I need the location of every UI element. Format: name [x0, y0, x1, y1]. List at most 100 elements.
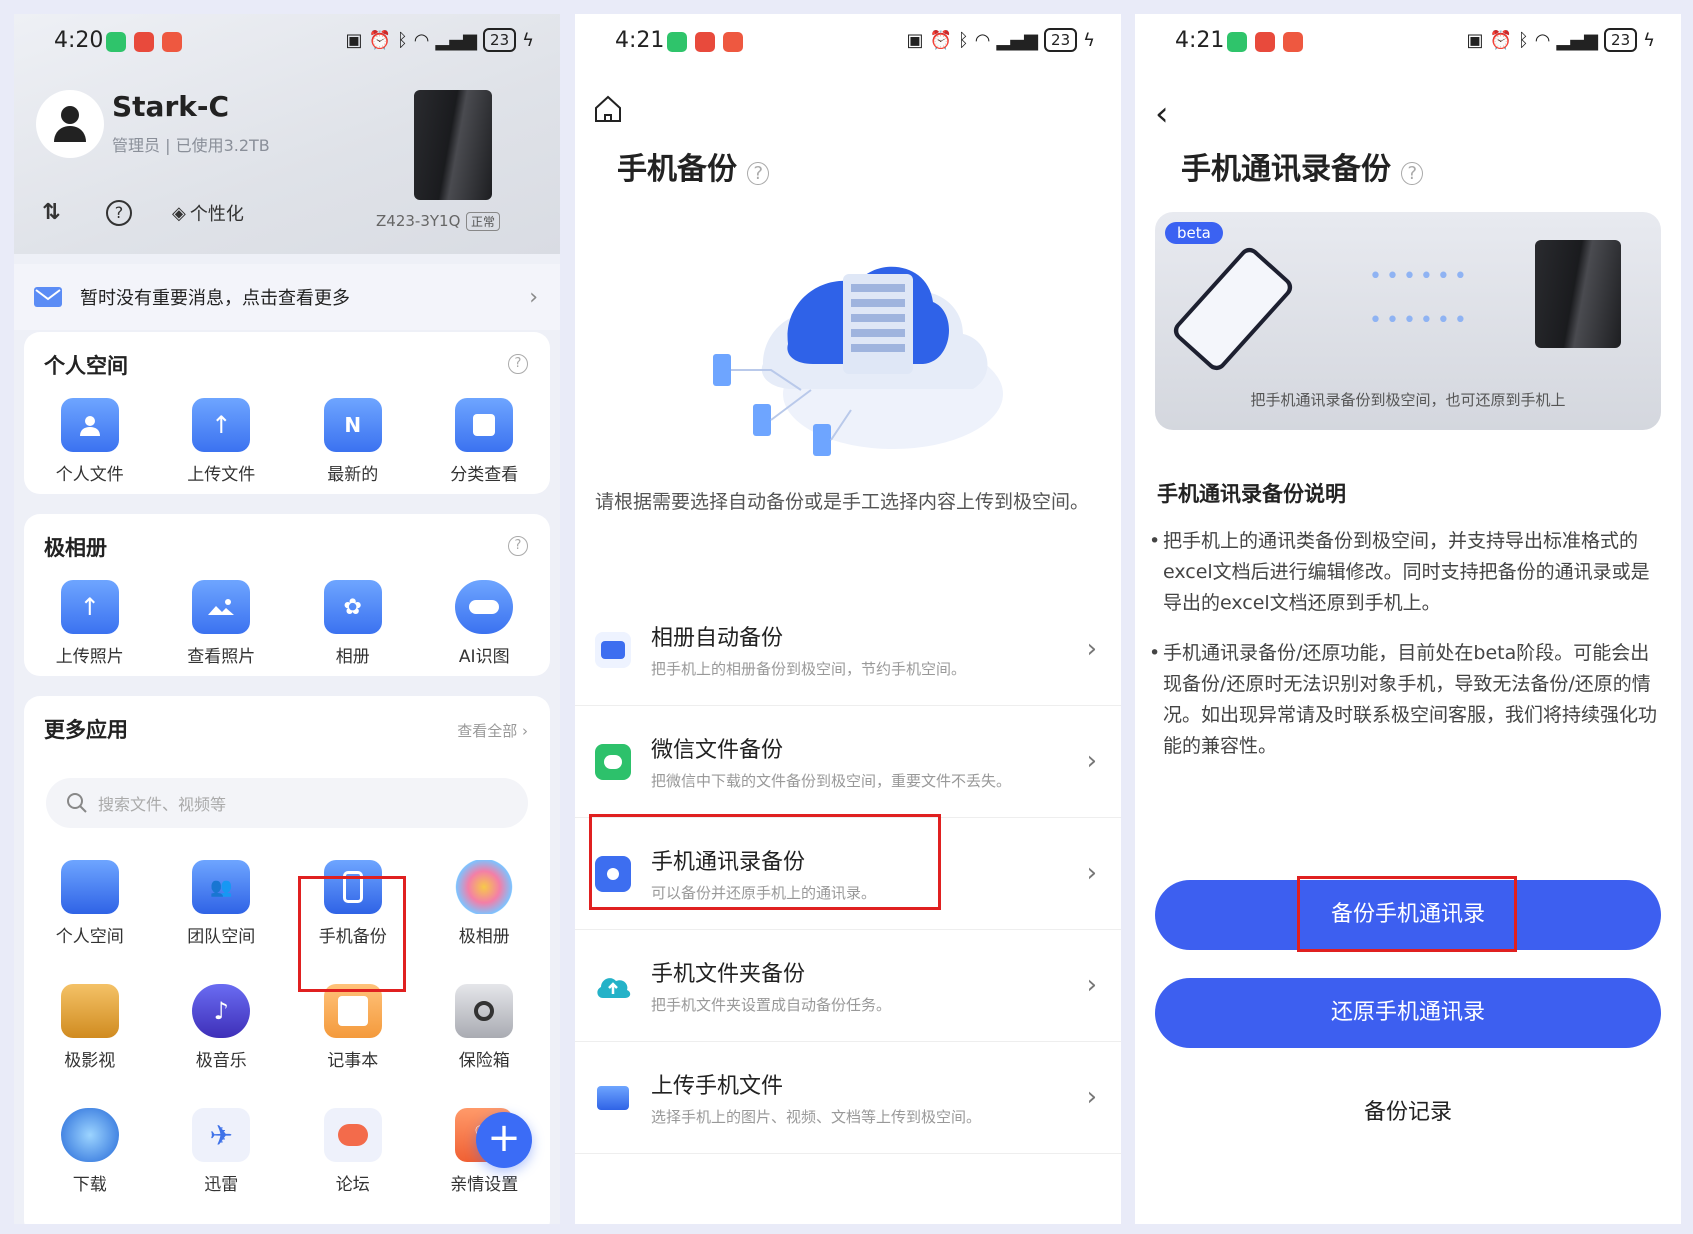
app-notify-icon: [667, 32, 687, 52]
wifi-icon: ◠: [974, 29, 991, 51]
grid-item[interactable]: 个人空间: [35, 860, 145, 947]
personal-space-card: 个人空间 ? 个人文件 ↑ 上传文件 N 最新的 分类查看: [24, 332, 550, 494]
help-icon[interactable]: ?: [508, 536, 528, 556]
grid-item[interactable]: ♪ 极音乐: [166, 984, 276, 1071]
grid-item[interactable]: 查看照片: [166, 580, 276, 667]
grid-item[interactable]: 保险箱: [429, 984, 539, 1071]
grid-item[interactable]: ↑ 上传照片: [35, 580, 145, 667]
grid-label: 极影视: [64, 1051, 116, 1071]
restore-contacts-button[interactable]: 还原手机通讯录: [1155, 978, 1661, 1048]
status-bar: 4:20 ▣ ⏰ ᛒ ◠ ▂▄▆ 23 ϟ: [14, 14, 560, 70]
backup-history-link[interactable]: 备份记录: [1135, 1094, 1681, 1126]
more-apps-card: 更多应用 查看全部 › 搜索文件、视频等 个人空间 👥 团队空间 手机备份 极相册…: [24, 696, 550, 1224]
apps-row-3: 下载 ✈迅雷 论坛 ♡亲情设置: [24, 1108, 550, 1195]
alarm-icon: ⏰: [929, 29, 952, 51]
highlight-box: [589, 814, 941, 910]
personalize-button[interactable]: ◈ 个性化: [172, 200, 244, 226]
transfer-button[interactable]: ⇅: [42, 200, 60, 225]
video-icon: [60, 984, 119, 1038]
battery-level: 23: [483, 28, 517, 52]
search-icon: [67, 793, 87, 813]
status-time: 4:21: [1175, 28, 1225, 53]
page-title-text: 手机备份: [617, 152, 737, 187]
grid-item[interactable]: 分类查看: [429, 398, 539, 485]
help-icon[interactable]: ?: [1401, 162, 1424, 185]
upload-files-row[interactable]: 上传手机文件 选择手机上的图片、视频、文档等上传到极空间。 ›: [575, 1042, 1121, 1154]
forum-icon: [323, 1108, 382, 1162]
add-button[interactable]: +: [476, 1112, 532, 1168]
app-notify-icon: [695, 32, 715, 52]
folder-backup-row[interactable]: 手机文件夹备份 把手机文件夹设置成自动备份任务。 ›: [575, 930, 1121, 1042]
description-para-1: 把手机上的通讯类备份到极空间，并支持导出标准格式的excel文档后进行编辑修改。…: [1149, 526, 1663, 619]
album-auto-backup-row[interactable]: 相册自动备份 把手机上的相册备份到极空间，节约手机空间。 ›: [575, 594, 1121, 706]
personal-grid: 个人文件 ↑ 上传文件 N 最新的 分类查看: [24, 398, 550, 485]
charging-icon: ϟ: [1083, 29, 1095, 51]
user-subtitle: 管理员 | 已使用3.2TB: [112, 136, 270, 155]
grid-label: 保险箱: [458, 1051, 510, 1071]
grid-item[interactable]: ✿ 相册: [298, 580, 408, 667]
grid-label: 论坛: [335, 1175, 370, 1195]
grid-label: 记事本: [327, 1051, 379, 1071]
app-notify-icon: [1283, 32, 1303, 52]
grid-label: 查看照片: [187, 647, 256, 667]
section-title: 手机通讯录备份说明: [1157, 482, 1346, 506]
search-placeholder: 搜索文件、视频等: [98, 795, 227, 814]
avatar[interactable]: [36, 90, 104, 158]
album-grid: ↑ 上传照片 查看照片 ✿ 相册 AI识图: [24, 580, 550, 667]
row-title: 微信文件备份: [651, 738, 784, 763]
chevron-right-icon: ›: [1086, 858, 1097, 888]
thunder-icon: ✈: [192, 1108, 251, 1162]
battery-level: 23: [1604, 28, 1638, 52]
grid-item[interactable]: 下载: [35, 1108, 145, 1195]
team-folder-icon: 👥: [192, 860, 251, 914]
row-title: 手机文件夹备份: [651, 962, 806, 987]
grid-item[interactable]: 极影视: [35, 984, 145, 1071]
home-button[interactable]: [593, 94, 623, 128]
grid-item[interactable]: 个人文件: [35, 398, 145, 485]
music-icon: ♪: [192, 984, 251, 1038]
user-name[interactable]: Stark-C: [112, 90, 229, 123]
grid-item[interactable]: ✈ 迅雷: [166, 1108, 276, 1195]
app-notify-icon: [1227, 32, 1247, 52]
see-all-link[interactable]: 查看全部 ›: [457, 720, 528, 741]
charging-icon: ϟ: [522, 29, 534, 51]
grid-item[interactable]: 论坛: [298, 1108, 408, 1195]
home-icon: [595, 95, 621, 122]
bluetooth-icon: ᛒ: [1517, 29, 1529, 51]
status-bar: 4:21 ▣ ⏰ ᛒ ◠ ▂▄▆ 23 ϟ: [1135, 14, 1681, 70]
help-icon[interactable]: ?: [508, 354, 528, 374]
grid-item[interactable]: 记事本: [298, 984, 408, 1071]
status-indicators: ▣ ⏰ ᛒ ◠ ▂▄▆ 23 ϟ: [1467, 28, 1655, 52]
description-para-2: 手机通讯录备份/还原功能，目前处在beta阶段。可能会出现备份/还原时无法识别对…: [1149, 638, 1663, 762]
chevron-right-icon: ›: [1086, 1082, 1097, 1112]
highlight-box: [1297, 876, 1517, 952]
help-icon[interactable]: ?: [747, 162, 770, 185]
grid-item[interactable]: 极相册: [429, 860, 539, 947]
nfc-icon: ▣: [1466, 29, 1484, 51]
nfc-icon: ▣: [345, 29, 363, 51]
grid-item[interactable]: N 最新的: [298, 398, 408, 485]
back-button[interactable]: ‹: [1155, 94, 1169, 134]
search-input[interactable]: 搜索文件、视频等: [46, 778, 528, 828]
wifi-icon: ◠: [413, 29, 430, 51]
highlight-box: [298, 876, 406, 992]
grid-item[interactable]: AI识图: [429, 580, 539, 667]
wechat-backup-row[interactable]: 微信文件备份 把微信中下载的文件备份到极空间，重要文件不丢失。 ›: [575, 706, 1121, 818]
app-notify-icon: [162, 32, 182, 52]
message-bar[interactable]: 暂时没有重要消息，点击查看更多 ›: [14, 264, 560, 330]
grid-label: AI识图: [458, 647, 510, 667]
device-name: Z423-3Y1Q: [376, 212, 461, 230]
contacts-backup-screen: 4:21 ▣ ⏰ ᛒ ◠ ▂▄▆ 23 ϟ ‹ 手机通讯录备份 ? beta •…: [1135, 14, 1681, 1224]
status-time: 4:20: [54, 28, 104, 53]
category-icon: [455, 398, 514, 452]
nas-device-image[interactable]: [414, 90, 492, 200]
apps-row-1: 个人空间 👥 团队空间 手机备份 极相册: [24, 860, 550, 947]
grid-label: 下载: [72, 1175, 107, 1195]
grid-item[interactable]: ↑ 上传文件: [166, 398, 276, 485]
help-button[interactable]: ?: [106, 200, 132, 226]
app-notify-icon: [134, 32, 154, 52]
grid-item[interactable]: 👥 团队空间: [166, 860, 276, 947]
apps-row-2: 极影视 ♪ 极音乐 记事本 保险箱: [24, 984, 550, 1071]
row-subtitle: 把手机文件夹设置成自动备份任务。: [651, 996, 892, 1014]
status-bar: 4:21 ▣ ⏰ ᛒ ◠ ▂▄▆ 23 ϟ: [575, 14, 1121, 70]
